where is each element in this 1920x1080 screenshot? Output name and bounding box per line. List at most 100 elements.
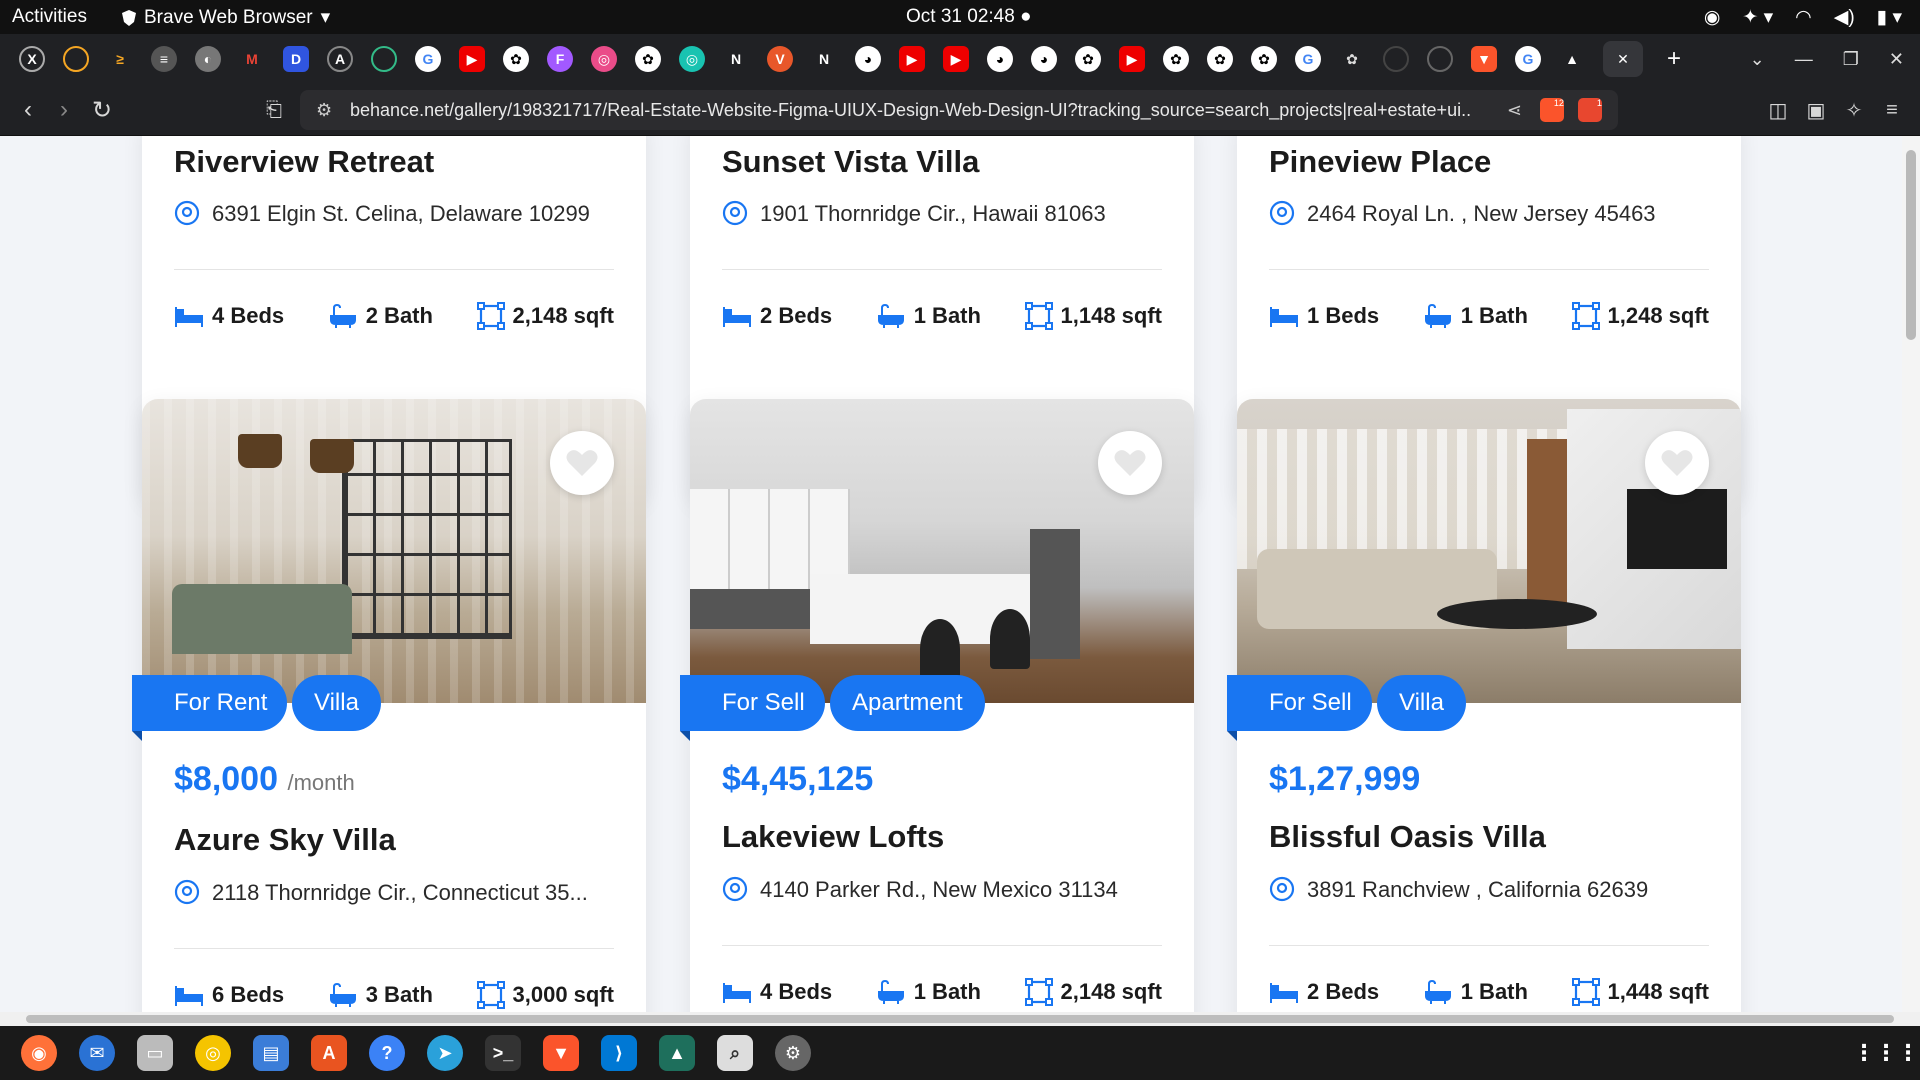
scrollbar-thumb[interactable] xyxy=(26,1015,1894,1023)
openai-icon[interactable]: ✿ xyxy=(1251,46,1277,72)
listing-address: 2464 Royal Ln. , New Jersey 45463 xyxy=(1269,200,1656,228)
system-tray[interactable]: ◉ ✦ ▾ ◠ ◀) ▮ ▾ xyxy=(1704,6,1902,29)
rhythmbox-icon[interactable]: ◎ xyxy=(195,1035,231,1071)
shields-icon[interactable]: 12 xyxy=(1540,98,1564,122)
share-icon[interactable]: ⋖ xyxy=(1507,100,1522,121)
android-studio-icon[interactable]: ▲ xyxy=(659,1035,695,1071)
openai-icon[interactable]: ✿ xyxy=(635,46,661,72)
terminal-icon[interactable]: >_ xyxy=(485,1035,521,1071)
area-icon xyxy=(476,302,505,330)
discord-icon[interactable]: ◉ xyxy=(1704,6,1721,29)
listing-card[interactable]: For Sell Apartment $4,45,125 Lakeview Lo… xyxy=(680,399,1194,1012)
v-icon[interactable]: V xyxy=(767,46,793,72)
site-settings-icon[interactable]: ⚙ xyxy=(316,100,332,121)
openai-icon[interactable]: ✿ xyxy=(1207,46,1233,72)
listing-features: 2 Beds 1 Bath 1,448 sqft xyxy=(1269,978,1709,1006)
youtube-icon[interactable]: ▶ xyxy=(1119,46,1145,72)
back-button[interactable]: ‹ xyxy=(12,94,44,126)
listing-address: 1901 Thornridge Cir., Hawaii 81063 xyxy=(722,200,1106,228)
app-menu[interactable]: Brave Web Browser ▾ xyxy=(122,6,330,29)
listing-card[interactable]: For Sell Villa $1,27,999 Blissful Oasis … xyxy=(1227,399,1741,1012)
circle-icon[interactable] xyxy=(1427,46,1453,72)
telegram-icon[interactable]: ➤ xyxy=(427,1035,463,1071)
forward-button[interactable]: › xyxy=(48,94,80,126)
menu-icon[interactable]: ≡ xyxy=(1876,94,1908,126)
brave-icon[interactable]: ▼ xyxy=(543,1035,579,1071)
firefox-icon[interactable]: ◉ xyxy=(21,1035,57,1071)
brave-icon[interactable]: ▼ xyxy=(1471,46,1497,72)
google-icon[interactable]: G xyxy=(1295,46,1321,72)
reload-button[interactable]: ↻ xyxy=(86,94,118,126)
listing-features: 4 Beds 1 Bath 2,148 sqft xyxy=(722,978,1162,1006)
close-window-icon[interactable]: ✕ xyxy=(1889,49,1904,70)
arrow-icon[interactable]: ≥ xyxy=(107,46,133,72)
warning-icon[interactable]: ▲ xyxy=(1559,46,1585,72)
wallet-icon[interactable]: ▣ xyxy=(1800,94,1832,126)
scrollbar-thumb[interactable] xyxy=(1906,150,1916,340)
brave-icon xyxy=(122,9,136,26)
settings-icon[interactable]: ⚙ xyxy=(775,1035,811,1071)
openai-icon[interactable]: ✿ xyxy=(1075,46,1101,72)
favorite-button[interactable] xyxy=(1645,431,1709,495)
favorite-button[interactable] xyxy=(1098,431,1162,495)
listing-card[interactable]: For Rent Villa $8,000 /month Azure Sky V… xyxy=(132,399,646,1012)
heart-icon xyxy=(1114,450,1146,476)
youtube-icon[interactable]: ▶ xyxy=(899,46,925,72)
sidebar-icon[interactable]: ◫ xyxy=(1762,94,1794,126)
listing-title: Azure Sky Villa xyxy=(174,822,396,857)
accessibility-icon[interactable]: ✦ ▾ xyxy=(1742,6,1773,29)
writer-icon[interactable]: ▤ xyxy=(253,1035,289,1071)
x-icon[interactable]: X xyxy=(19,46,45,72)
help-icon[interactable]: ? xyxy=(369,1035,405,1071)
area: 3,000 sqft xyxy=(476,981,614,1009)
url-text[interactable]: behance.net/gallery/198321717/Real-Estat… xyxy=(350,100,1470,121)
thunderbird-icon[interactable]: ✉ xyxy=(79,1035,115,1071)
google-icon[interactable]: G xyxy=(1515,46,1541,72)
minimize-icon[interactable]: — xyxy=(1795,49,1813,70)
openai-icon[interactable]: ✿ xyxy=(1163,46,1189,72)
activities-button[interactable]: Activities xyxy=(12,6,87,28)
close-tab-icon[interactable]: ✕ xyxy=(1603,41,1643,77)
youtube-icon[interactable]: ▶ xyxy=(459,46,485,72)
files-icon[interactable]: ▭ xyxy=(137,1035,173,1071)
favorite-button[interactable] xyxy=(550,431,614,495)
openai-icon[interactable]: ✿ xyxy=(503,46,529,72)
rewards-badge: 1 xyxy=(1596,98,1602,108)
clock[interactable]: Oct 31 02:48 ● xyxy=(906,6,1032,28)
stack-icon[interactable]: ≡ xyxy=(151,46,177,72)
rewards-icon[interactable]: 1 xyxy=(1578,98,1602,122)
github-icon[interactable]: ◕ xyxy=(1031,46,1057,72)
github-icon[interactable]: ◕ xyxy=(855,46,881,72)
n-icon[interactable]: N xyxy=(723,46,749,72)
image-viewer-icon[interactable]: ⌕ xyxy=(717,1035,753,1071)
google-icon[interactable]: G xyxy=(415,46,441,72)
vscode-icon[interactable]: ⟩ xyxy=(601,1035,637,1071)
new-tab-icon[interactable]: + xyxy=(1661,45,1687,72)
leo-icon[interactable]: ✧ xyxy=(1838,94,1870,126)
circle-icon[interactable]: ◎ xyxy=(679,46,705,72)
app-center-icon[interactable]: A xyxy=(311,1035,347,1071)
maximize-icon[interactable]: ❐ xyxy=(1843,49,1859,70)
bookmark-icon[interactable]: ⎗ xyxy=(258,94,290,126)
openai-icon[interactable]: ✿ xyxy=(1339,46,1365,72)
a-icon[interactable]: A xyxy=(327,46,353,72)
d-icon[interactable]: D xyxy=(283,46,309,72)
n-icon[interactable]: N xyxy=(811,46,837,72)
gmail-icon[interactable]: M xyxy=(239,46,265,72)
globe-icon[interactable]: ◐ xyxy=(195,46,221,72)
figma-icon[interactable]: F xyxy=(547,46,573,72)
dribbble-icon[interactable]: ◎ xyxy=(591,46,617,72)
price-suffix: /month xyxy=(287,770,355,795)
ai-icon[interactable] xyxy=(371,46,397,72)
github-icon[interactable]: ◕ xyxy=(987,46,1013,72)
app-grid-icon[interactable]: ⋮⋮⋮ xyxy=(1853,1035,1919,1071)
tab-search-icon[interactable]: ⌄ xyxy=(1750,49,1765,70)
vertical-scrollbar[interactable] xyxy=(1902,136,1920,1012)
coin-icon[interactable] xyxy=(63,46,89,72)
divider xyxy=(174,269,614,270)
listing-features: 4 Beds 2 Bath 2,148 sqft xyxy=(174,302,614,330)
address-bar[interactable]: ⚙ behance.net/gallery/198321717/Real-Est… xyxy=(300,90,1618,130)
horizontal-scrollbar[interactable] xyxy=(0,1012,1920,1026)
youtube-icon[interactable]: ▶ xyxy=(943,46,969,72)
circle-icon[interactable] xyxy=(1383,46,1409,72)
